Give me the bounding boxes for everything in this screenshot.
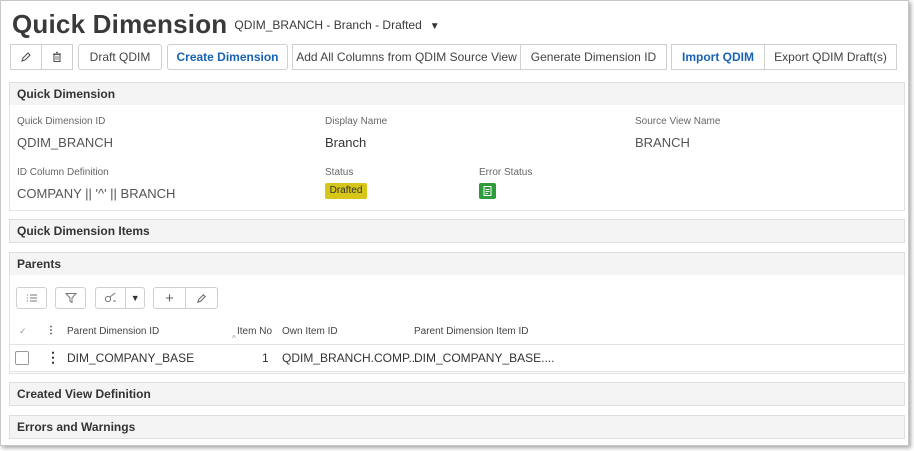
sort-ascending-icon: ^ bbox=[232, 334, 236, 343]
section-quick-dimension-items[interactable]: Quick Dimension Items bbox=[9, 219, 905, 243]
cell-parent-dimension-id: DIM_COMPANY_BASE bbox=[67, 351, 195, 365]
list-icon bbox=[17, 288, 46, 308]
column-settings-dropdown[interactable]: ▼ bbox=[95, 287, 145, 309]
status-label: Status bbox=[325, 167, 354, 178]
source-view-name-value: BRANCH bbox=[635, 135, 690, 150]
draft-qdim-button[interactable]: Draft QDIM bbox=[78, 44, 162, 70]
record-selector[interactable]: QDIM_BRANCH - Branch - Drafted bbox=[234, 18, 421, 32]
trash-icon bbox=[53, 51, 61, 63]
quick-dimension-id-value: QDIM_BRANCH bbox=[17, 135, 114, 150]
cell-parent-dimension-item-id: DIM_COMPANY_BASE.... bbox=[414, 351, 555, 365]
pencil-icon bbox=[21, 52, 31, 62]
error-status-badge[interactable] bbox=[479, 183, 496, 199]
col-header-item-no[interactable]: Item No bbox=[237, 326, 272, 337]
display-name-label: Display Name bbox=[325, 116, 388, 127]
page-header: Quick Dimension QDIM_BRANCH - Branch - D… bbox=[12, 9, 440, 40]
source-view-name-label: Source View Name bbox=[635, 116, 721, 127]
add-all-columns-button[interactable]: Add All Columns from QDIM Source View bbox=[292, 44, 521, 70]
section-parents[interactable]: Parents bbox=[9, 252, 905, 276]
col-header-parent-dimension-id[interactable]: Parent Dimension ID bbox=[67, 326, 159, 337]
display-name-value: Branch bbox=[325, 135, 367, 150]
col-header-parent-dimension-item-id[interactable]: Parent Dimension Item ID bbox=[414, 326, 529, 337]
grid-row-divider bbox=[10, 371, 904, 372]
add-icon[interactable]: + bbox=[154, 288, 186, 308]
id-column-definition-value: COMPANY || '^' || BRANCH bbox=[17, 186, 176, 201]
row-checkbox[interactable] bbox=[15, 351, 29, 365]
chevron-down-icon[interactable]: ▼ bbox=[430, 21, 440, 32]
create-dimension-button[interactable]: Create Dimension bbox=[167, 44, 288, 70]
filter-button[interactable] bbox=[55, 287, 86, 309]
window-frame: Quick Dimension QDIM_BRANCH - Branch - D… bbox=[0, 0, 909, 446]
grid-header-divider bbox=[10, 344, 904, 345]
quick-dimension-id-label: Quick Dimension ID bbox=[17, 116, 106, 127]
select-all-check-icon[interactable]: ✓ bbox=[19, 326, 27, 337]
export-qdim-drafts-button[interactable]: Export QDIM Draft(s) bbox=[764, 44, 897, 70]
delete-button[interactable] bbox=[41, 44, 73, 70]
page-title: Quick Dimension bbox=[12, 9, 228, 39]
edit-delete-group bbox=[10, 44, 73, 70]
cell-item-no: 1 bbox=[262, 351, 269, 365]
filter-icon bbox=[56, 288, 85, 308]
source-actions-group: Add All Columns from QDIM Source View Ge… bbox=[292, 44, 667, 70]
caret-down-icon: ▼ bbox=[130, 293, 140, 303]
command-toolbar: Draft QDIM Create Dimension Add All Colu… bbox=[10, 44, 897, 70]
list-view-button[interactable] bbox=[16, 287, 47, 309]
section-errors-and-warnings[interactable]: Errors and Warnings bbox=[9, 415, 905, 439]
col-header-own-item-id[interactable]: Own Item ID bbox=[282, 326, 338, 337]
add-edit-group: + bbox=[153, 287, 218, 309]
document-icon bbox=[483, 186, 492, 196]
error-status-label: Error Status bbox=[479, 167, 533, 178]
header-kebab-icon[interactable]: ⋮ bbox=[46, 325, 56, 336]
column-settings-icon bbox=[96, 288, 127, 308]
import-export-group: Import QDIM Export QDIM Draft(s) bbox=[671, 44, 897, 70]
import-qdim-button[interactable]: Import QDIM bbox=[671, 44, 765, 70]
section-created-view-definition[interactable]: Created View Definition bbox=[9, 382, 905, 406]
section-quick-dimension[interactable]: Quick Dimension bbox=[9, 82, 905, 106]
pencil-icon[interactable] bbox=[186, 288, 217, 308]
row-kebab-icon[interactable]: ⋮ bbox=[46, 349, 60, 366]
edit-button[interactable] bbox=[10, 44, 42, 70]
status-badge: Drafted bbox=[325, 183, 367, 199]
generate-dimension-id-button[interactable]: Generate Dimension ID bbox=[520, 44, 667, 70]
id-column-definition-label: ID Column Definition bbox=[17, 167, 109, 178]
cell-own-item-id: QDIM_BRANCH.COMP... bbox=[282, 351, 419, 365]
